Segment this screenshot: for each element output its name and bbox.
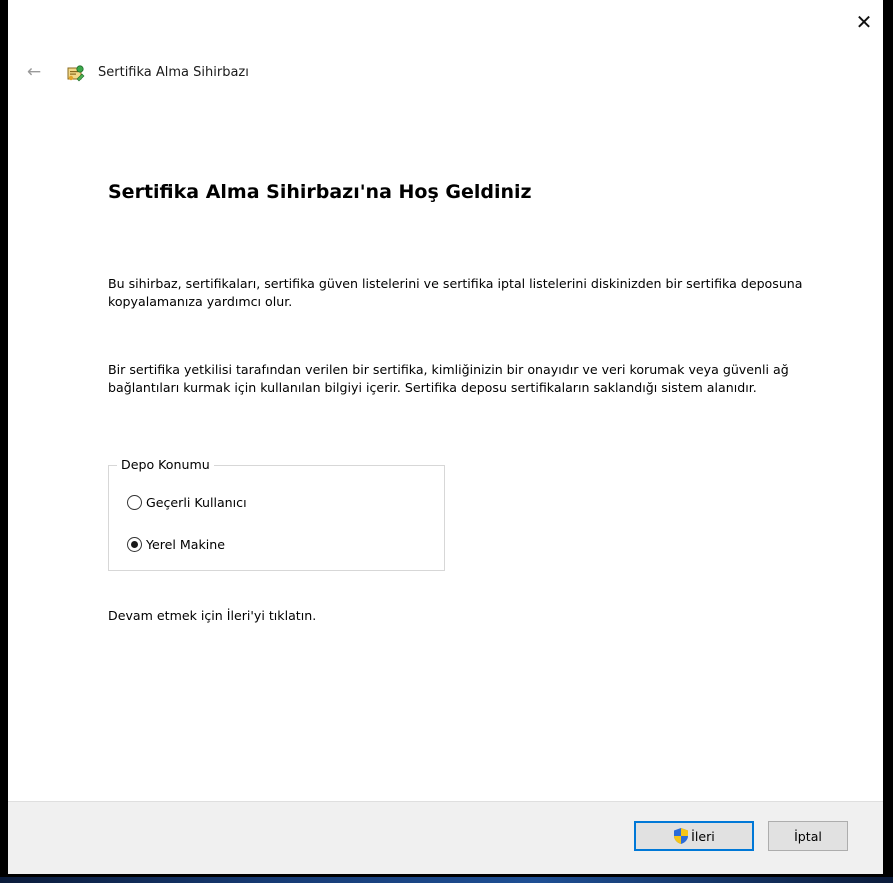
- close-button[interactable]: ✕: [847, 8, 881, 36]
- uac-shield-icon: [674, 828, 689, 844]
- store-location-group: Depo Konumu Geçerli Kullanıcı Yerel Maki…: [108, 457, 445, 571]
- cancel-button-label: İptal: [794, 828, 822, 844]
- window-title: Sertifika Alma Sihirbazı: [98, 65, 249, 80]
- radio-local-machine[interactable]: Yerel Makine: [127, 537, 225, 552]
- radio-button-unchecked[interactable]: [127, 495, 142, 510]
- import-wizard-dialog: ✕ ← Sertifika Alma Sihirbazı Sertifika A…: [8, 0, 883, 874]
- intro-paragraph: Bu sihirbaz, sertifikaları, sertifika gü…: [108, 276, 803, 309]
- cancel-button[interactable]: İptal: [768, 821, 848, 851]
- next-button-label: İleri: [691, 828, 715, 844]
- radio-current-user[interactable]: Geçerli Kullanıcı: [127, 495, 247, 510]
- taskbar-strip: [0, 877, 893, 883]
- store-location-legend: Depo Konumu: [117, 457, 214, 472]
- description-paragraph: Bir sertifika yetkilisi tarafından veril…: [108, 362, 789, 395]
- close-icon: ✕: [855, 10, 873, 34]
- certificate-wizard-icon: [67, 65, 85, 82]
- next-button[interactable]: İleri: [634, 821, 754, 851]
- wizard-footer: İleri İptal: [8, 801, 883, 874]
- radio-label-local-machine: Yerel Makine: [146, 537, 226, 552]
- page-heading: Sertifika Alma Sihirbazı'na Hoş Geldiniz: [108, 181, 532, 203]
- back-button[interactable]: ←: [22, 60, 46, 84]
- continue-instruction: Devam etmek için İleri'yi tıklatın.: [108, 608, 317, 623]
- radio-label-current-user: Geçerli Kullanıcı: [146, 495, 247, 510]
- radio-button-checked[interactable]: [127, 537, 142, 552]
- back-arrow-icon: ←: [26, 62, 42, 82]
